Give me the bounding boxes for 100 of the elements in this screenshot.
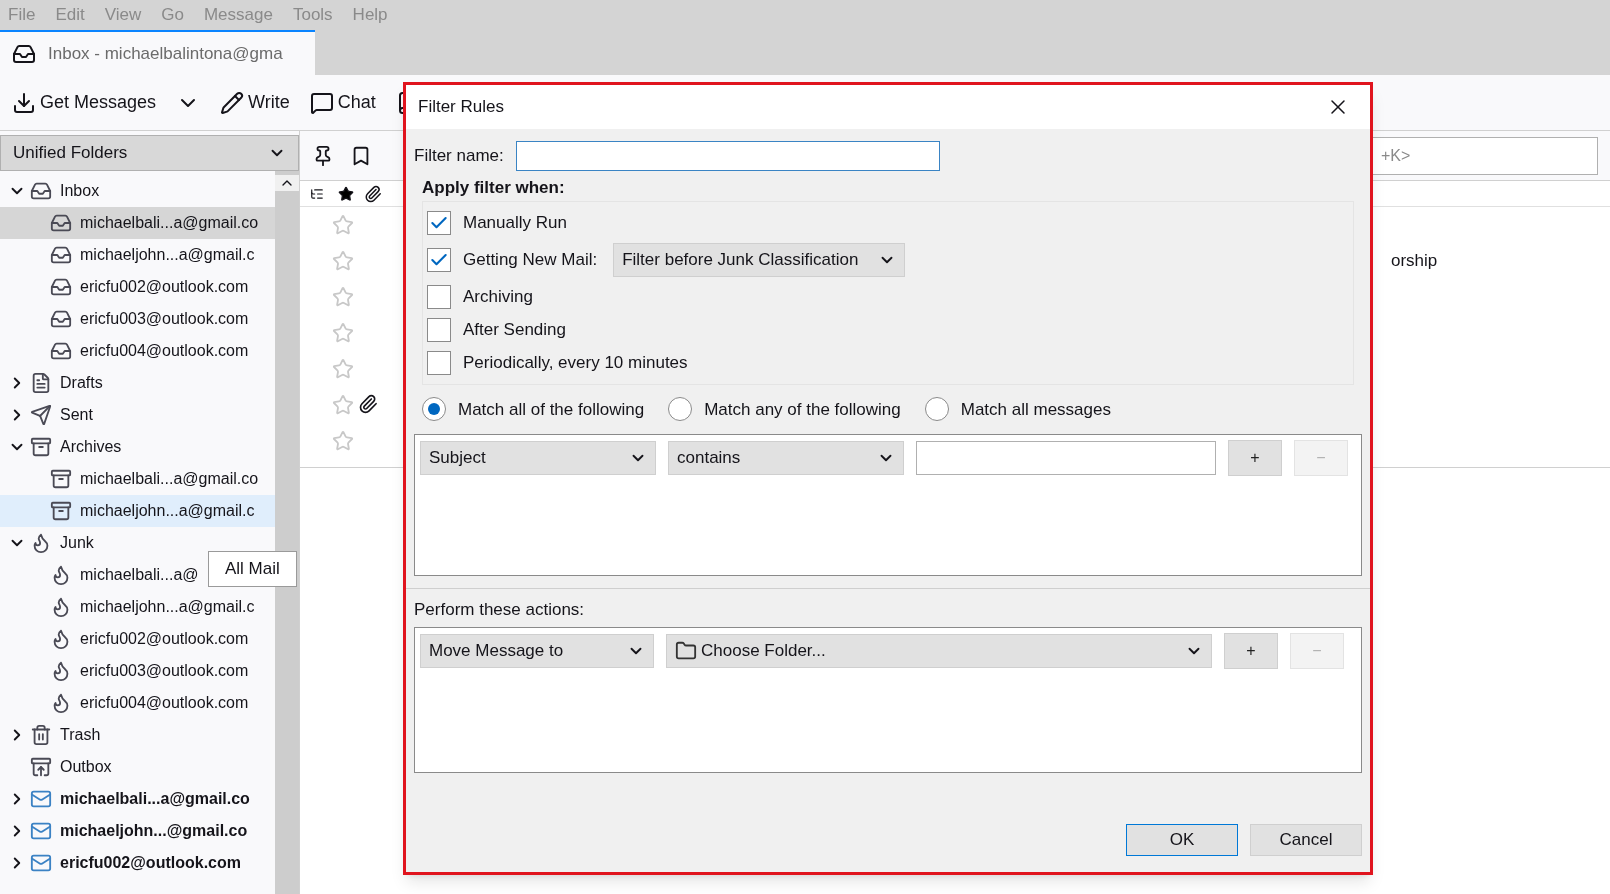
- document-icon: [30, 372, 52, 394]
- toolbar-button[interactable]: Write: [220, 89, 290, 116]
- folder-label: Trash: [60, 725, 101, 745]
- inbox-icon: [50, 308, 72, 330]
- inbox-icon: [50, 212, 72, 234]
- chevron-up-icon[interactable]: [275, 175, 299, 191]
- paperclip-icon[interactable]: [364, 184, 382, 203]
- folder-select[interactable]: Choose Folder...: [666, 633, 1212, 668]
- folder-label: Drafts: [60, 373, 103, 393]
- folder-item[interactable]: Outbox: [0, 751, 275, 783]
- folder-item[interactable]: Drafts: [0, 367, 275, 399]
- folder-label: ericfu003@outlook.com: [80, 661, 249, 681]
- folder-label: michaelbali...a@gmail.co: [80, 213, 259, 233]
- folder-label: ericfu003@outlook.com: [80, 309, 249, 329]
- checkbox[interactable]: [427, 247, 451, 272]
- operator-select[interactable]: contains: [668, 441, 904, 475]
- tab-title: Inbox - michaelbalintona@gma: [48, 42, 283, 65]
- folder-item[interactable]: michaeljohn...a@gmail.c: [0, 239, 275, 271]
- checkbox[interactable]: [427, 284, 451, 309]
- dialog-button[interactable]: OK: [1126, 824, 1238, 856]
- folder-item[interactable]: Sent: [0, 399, 275, 431]
- archive-box-icon: [50, 468, 72, 490]
- folder-label: Archives: [60, 437, 122, 457]
- folder-item[interactable]: ericfu003@outlook.com: [0, 655, 275, 687]
- checkbox-label[interactable]: Archiving: [463, 283, 533, 310]
- inbox-icon: [30, 180, 52, 202]
- radio-button[interactable]: [422, 397, 446, 422]
- paper-plane-icon: [30, 404, 52, 426]
- inbox-icon: [50, 276, 72, 298]
- folder-item[interactable]: Trash: [0, 719, 275, 751]
- folder-label: Sent: [60, 405, 93, 425]
- toolbar-button[interactable]: Chat: [309, 89, 376, 116]
- field-label: Filter name:: [414, 145, 504, 168]
- folder-label: Outbox: [60, 757, 112, 777]
- toolbar-button[interactable]: Get Messages: [12, 89, 157, 116]
- outbox-icon: [30, 756, 52, 778]
- folder-item[interactable]: michaelbali...a@gmail.co: [0, 463, 275, 495]
- folder-label: michaelbali...a@gmail.co: [60, 789, 250, 809]
- folder-mode-select[interactable]: Unified Folders: [0, 135, 299, 171]
- checkbox[interactable]: [427, 317, 451, 342]
- radio-label[interactable]: Match all messages: [960, 396, 1111, 422]
- timing-select[interactable]: Filter before Junk Classification: [613, 242, 906, 277]
- folder-label: michaeljohn...@gmail.co: [60, 821, 248, 841]
- envelope-icon: [30, 788, 52, 810]
- radio-label[interactable]: Match any of the following: [704, 396, 901, 422]
- folder-label: michaelbali...a@: [80, 565, 199, 585]
- checkbox-label[interactable]: Periodically, every 10 minutes: [463, 349, 688, 376]
- add-button[interactable]: +: [1228, 440, 1282, 476]
- folder-item[interactable]: michaelbali...a@gmail.co: [0, 783, 275, 815]
- radio-button[interactable]: [924, 397, 949, 422]
- folder-item[interactable]: michaeljohn...a@gmail.c: [0, 495, 275, 527]
- dialog-title: Filter Rules: [418, 96, 505, 119]
- folder-item[interactable]: ericfu003@outlook.com: [0, 303, 275, 335]
- pencil-icon: [220, 90, 245, 115]
- checkbox[interactable]: [427, 350, 451, 375]
- folder-label: ericfu004@outlook.com: [80, 693, 249, 713]
- folder-item[interactable]: michaeljohn...@gmail.co: [0, 815, 275, 847]
- section-heading: Perform these actions:: [414, 599, 586, 621]
- checkbox-label[interactable]: Manually Run: [463, 209, 567, 236]
- filter-name-field[interactable]: [515, 141, 940, 171]
- message-subject: orship: [1391, 250, 1438, 273]
- inbox-icon: [50, 244, 72, 266]
- radio-label[interactable]: Match all of the following: [458, 396, 645, 422]
- folder-label: ericfu002@outlook.com: [80, 629, 249, 649]
- folder-item[interactable]: ericfu004@outlook.com: [0, 687, 275, 719]
- folder-item[interactable]: michaeljohn...a@gmail.c: [0, 591, 275, 623]
- folder-label: ericfu004@outlook.com: [80, 341, 249, 361]
- tab[interactable]: Inbox - michaelbalintona@gma: [0, 30, 315, 75]
- radio-button[interactable]: [668, 397, 693, 422]
- thread-icon[interactable]: [310, 186, 324, 201]
- archive-box-icon: [30, 436, 52, 458]
- folder-label: michaeljohn...a@gmail.c: [80, 245, 255, 265]
- condition-value-field[interactable]: [916, 441, 1216, 475]
- download-tray-icon: [12, 90, 36, 115]
- folder-label: ericfu002@outlook.com: [60, 853, 241, 873]
- tooltip: All Mail: [208, 551, 297, 587]
- folder-label: michaelbali...a@gmail.co: [80, 469, 259, 489]
- folder-item[interactable]: ericfu002@outlook.com: [0, 623, 275, 655]
- envelope-icon: [30, 820, 52, 842]
- folder-label: Junk: [60, 533, 94, 553]
- action-select[interactable]: Move Message to: [420, 633, 654, 668]
- trash-icon: [30, 724, 52, 746]
- section-heading: Apply filter when:: [422, 177, 566, 199]
- checkbox-label[interactable]: Getting New Mail:: [463, 246, 598, 273]
- speech-bubble-icon: [309, 90, 334, 115]
- folder-item[interactable]: ericfu002@outlook.com: [0, 271, 275, 303]
- folder-label: Inbox: [60, 181, 100, 201]
- star-icon[interactable]: [338, 185, 354, 202]
- folder-item[interactable]: michaelbali...a@gmail.co: [0, 207, 275, 239]
- folder-item[interactable]: ericfu002@outlook.com: [0, 847, 275, 879]
- checkbox[interactable]: [427, 210, 451, 235]
- dialog-button[interactable]: Cancel: [1250, 824, 1362, 856]
- folder-item[interactable]: Archives: [0, 431, 275, 463]
- folder-item[interactable]: ericfu004@outlook.com: [0, 335, 275, 367]
- checkbox-label[interactable]: After Sending: [463, 316, 566, 343]
- field-select[interactable]: Subject: [420, 441, 656, 475]
- archive-box-icon: [50, 500, 72, 522]
- add-button[interactable]: +: [1224, 632, 1278, 669]
- folder-label: ericfu002@outlook.com: [80, 277, 249, 297]
- folder-item[interactable]: Inbox: [0, 175, 275, 207]
